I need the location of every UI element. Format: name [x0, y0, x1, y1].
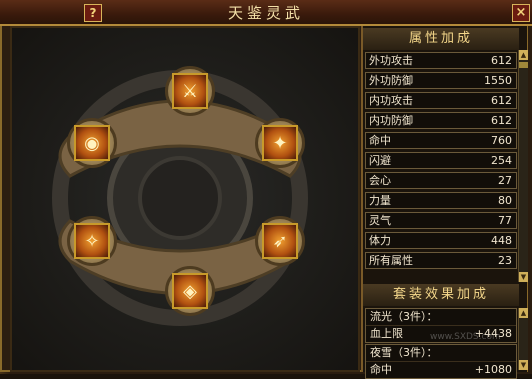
- attr-row: 外功攻击 612: [365, 52, 517, 69]
- attr-row: 力量 80: [365, 192, 517, 209]
- slot-spear[interactable]: ⚔: [165, 66, 215, 116]
- scroll-down-icon[interactable]: ▼: [519, 360, 528, 370]
- scroll-down-icon[interactable]: ▼: [519, 272, 528, 282]
- attribute-panel: 属性加成 外功攻击 612 外功防御 1550 内功攻击 612 内功防御 612 命中…: [361, 26, 528, 379]
- slot-bow[interactable]: ➶: [255, 216, 305, 266]
- slot-amulet[interactable]: ◉: [67, 118, 117, 168]
- window-title: 天鉴灵武: [227, 4, 304, 22]
- slot-sword[interactable]: ✧: [67, 216, 117, 266]
- attr-scrollbar[interactable]: ▲ ▼: [518, 50, 528, 282]
- equipment-stage: ⚔ ◉ ✦ ✧ ➶ ◈: [10, 26, 360, 372]
- game-window: ? 天鉴灵武 × ⚔ ◉ ✦ ✧ ➶ ◈ 属性加成 外功攻击 612 外功防御 …: [0, 0, 532, 379]
- close-button[interactable]: ×: [512, 4, 530, 22]
- set-header: 套装效果加成: [363, 284, 519, 306]
- attr-header: 属性加成: [363, 28, 519, 50]
- watermark: www.SXDS.com: [430, 332, 501, 342]
- spear-icon[interactable]: ⚔: [172, 73, 208, 109]
- armor-icon[interactable]: ✦: [262, 125, 298, 161]
- attribute-list: 外功攻击 612 外功防御 1550 内功攻击 612 内功防御 612 命中 760 闪…: [365, 52, 517, 272]
- slot-belt[interactable]: ◈: [165, 266, 215, 316]
- slot-armor[interactable]: ✦: [255, 118, 305, 168]
- attr-row: 内功防御 612: [365, 112, 517, 129]
- scroll-thumb[interactable]: [519, 62, 528, 68]
- belt-icon[interactable]: ◈: [172, 273, 208, 309]
- attr-row: 所有属性 23: [365, 252, 517, 269]
- attr-row: 外功防御 1550: [365, 72, 517, 89]
- scroll-up-icon[interactable]: ▲: [519, 308, 528, 318]
- attr-row: 会心 27: [365, 172, 517, 189]
- title-bar[interactable]: ? 天鉴灵武 ×: [0, 0, 532, 26]
- attr-row: 命中 760: [365, 132, 517, 149]
- scroll-up-icon[interactable]: ▲: [519, 50, 528, 60]
- bow-icon[interactable]: ➶: [262, 223, 298, 259]
- sword-icon[interactable]: ✧: [74, 223, 110, 259]
- amulet-icon[interactable]: ◉: [74, 125, 110, 161]
- attr-row: 内功攻击 612: [365, 92, 517, 109]
- set-scrollbar[interactable]: ▲ ▼: [518, 308, 528, 370]
- attr-row: 体力 448: [365, 232, 517, 249]
- attr-row: 闪避 254: [365, 152, 517, 169]
- attr-row: 灵气 77: [365, 212, 517, 229]
